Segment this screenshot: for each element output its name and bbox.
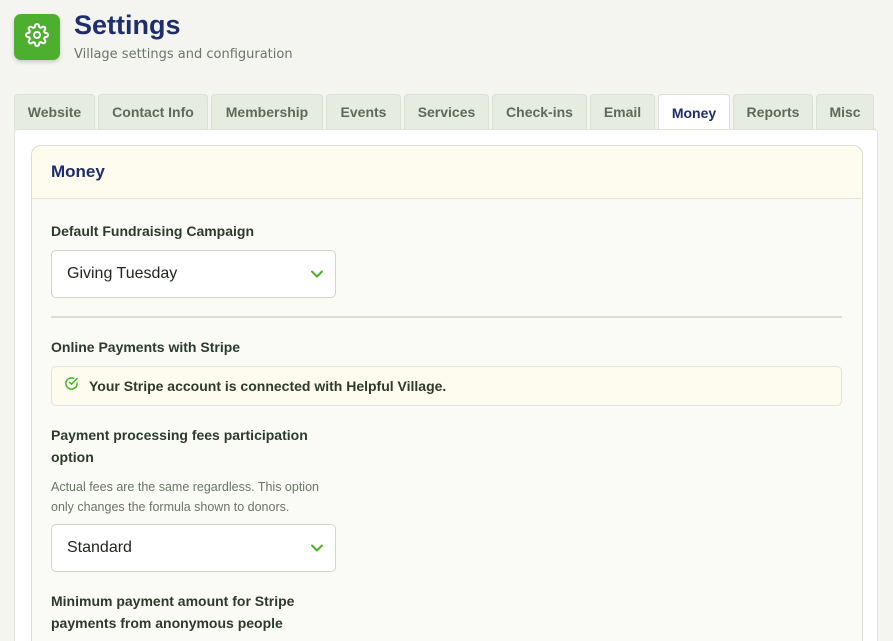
tab-contact-info[interactable]: Contact Info xyxy=(98,94,208,129)
gear-icon xyxy=(25,22,49,52)
chevron-down-icon xyxy=(311,265,323,283)
fees-label-line2: option xyxy=(51,449,94,465)
page-subtitle: Village settings and configuration xyxy=(74,47,293,62)
tab-membership[interactable]: Membership xyxy=(211,94,323,129)
stripe-status-text: Your Stripe account is connected with He… xyxy=(89,378,447,394)
tab-services[interactable]: Services xyxy=(404,94,489,129)
tab-email[interactable]: Email xyxy=(590,94,655,129)
fees-help-text: Actual fees are the same regardless. Thi… xyxy=(51,477,341,517)
chevron-down-icon xyxy=(311,539,323,557)
page-header: Settings Village settings and configurat… xyxy=(14,10,293,62)
card-title: Money xyxy=(51,162,105,181)
fees-label: Payment processing fees participation op… xyxy=(51,424,308,468)
fundraising-campaign-select[interactable]: Giving Tuesday xyxy=(51,250,336,298)
page-title: Settings xyxy=(74,10,181,40)
settings-tabs: Website Contact Info Membership Events S… xyxy=(14,94,874,130)
fees-option-select[interactable]: Standard xyxy=(51,524,336,572)
settings-app-icon xyxy=(14,14,60,60)
minimum-payment-label-line1: Minimum payment amount for Stripe xyxy=(51,593,295,609)
money-card: Money Default Fundraising Campaign Givin… xyxy=(31,145,863,641)
fundraising-campaign-value: Giving Tuesday xyxy=(67,265,178,282)
fees-help-line2: only changes the formula shown to donors… xyxy=(51,500,290,514)
section-divider xyxy=(51,316,842,318)
minimum-payment-label-line2: payments from anonymous people xyxy=(51,615,283,631)
check-circle-icon xyxy=(64,376,79,396)
fees-label-line1: Payment processing fees participation xyxy=(51,427,308,443)
stripe-label: Online Payments with Stripe xyxy=(51,339,241,355)
tab-reports[interactable]: Reports xyxy=(733,94,813,129)
minimum-payment-label: Minimum payment amount for Stripe paymen… xyxy=(51,590,294,634)
tab-money[interactable]: Money xyxy=(658,94,730,130)
card-header: Money xyxy=(32,146,862,199)
fundraising-campaign-label: Default Fundraising Campaign xyxy=(51,223,255,239)
tab-website[interactable]: Website xyxy=(14,94,95,129)
stripe-status-notice: Your Stripe account is connected with He… xyxy=(51,366,842,406)
fees-help-line1: Actual fees are the same regardless. Thi… xyxy=(51,480,319,494)
tab-check-ins[interactable]: Check-ins xyxy=(492,94,587,129)
fees-option-value: Standard xyxy=(67,539,132,556)
tab-events[interactable]: Events xyxy=(326,94,401,129)
tab-misc[interactable]: Misc xyxy=(816,94,874,129)
tab-panel: Money Default Fundraising Campaign Givin… xyxy=(14,129,878,641)
